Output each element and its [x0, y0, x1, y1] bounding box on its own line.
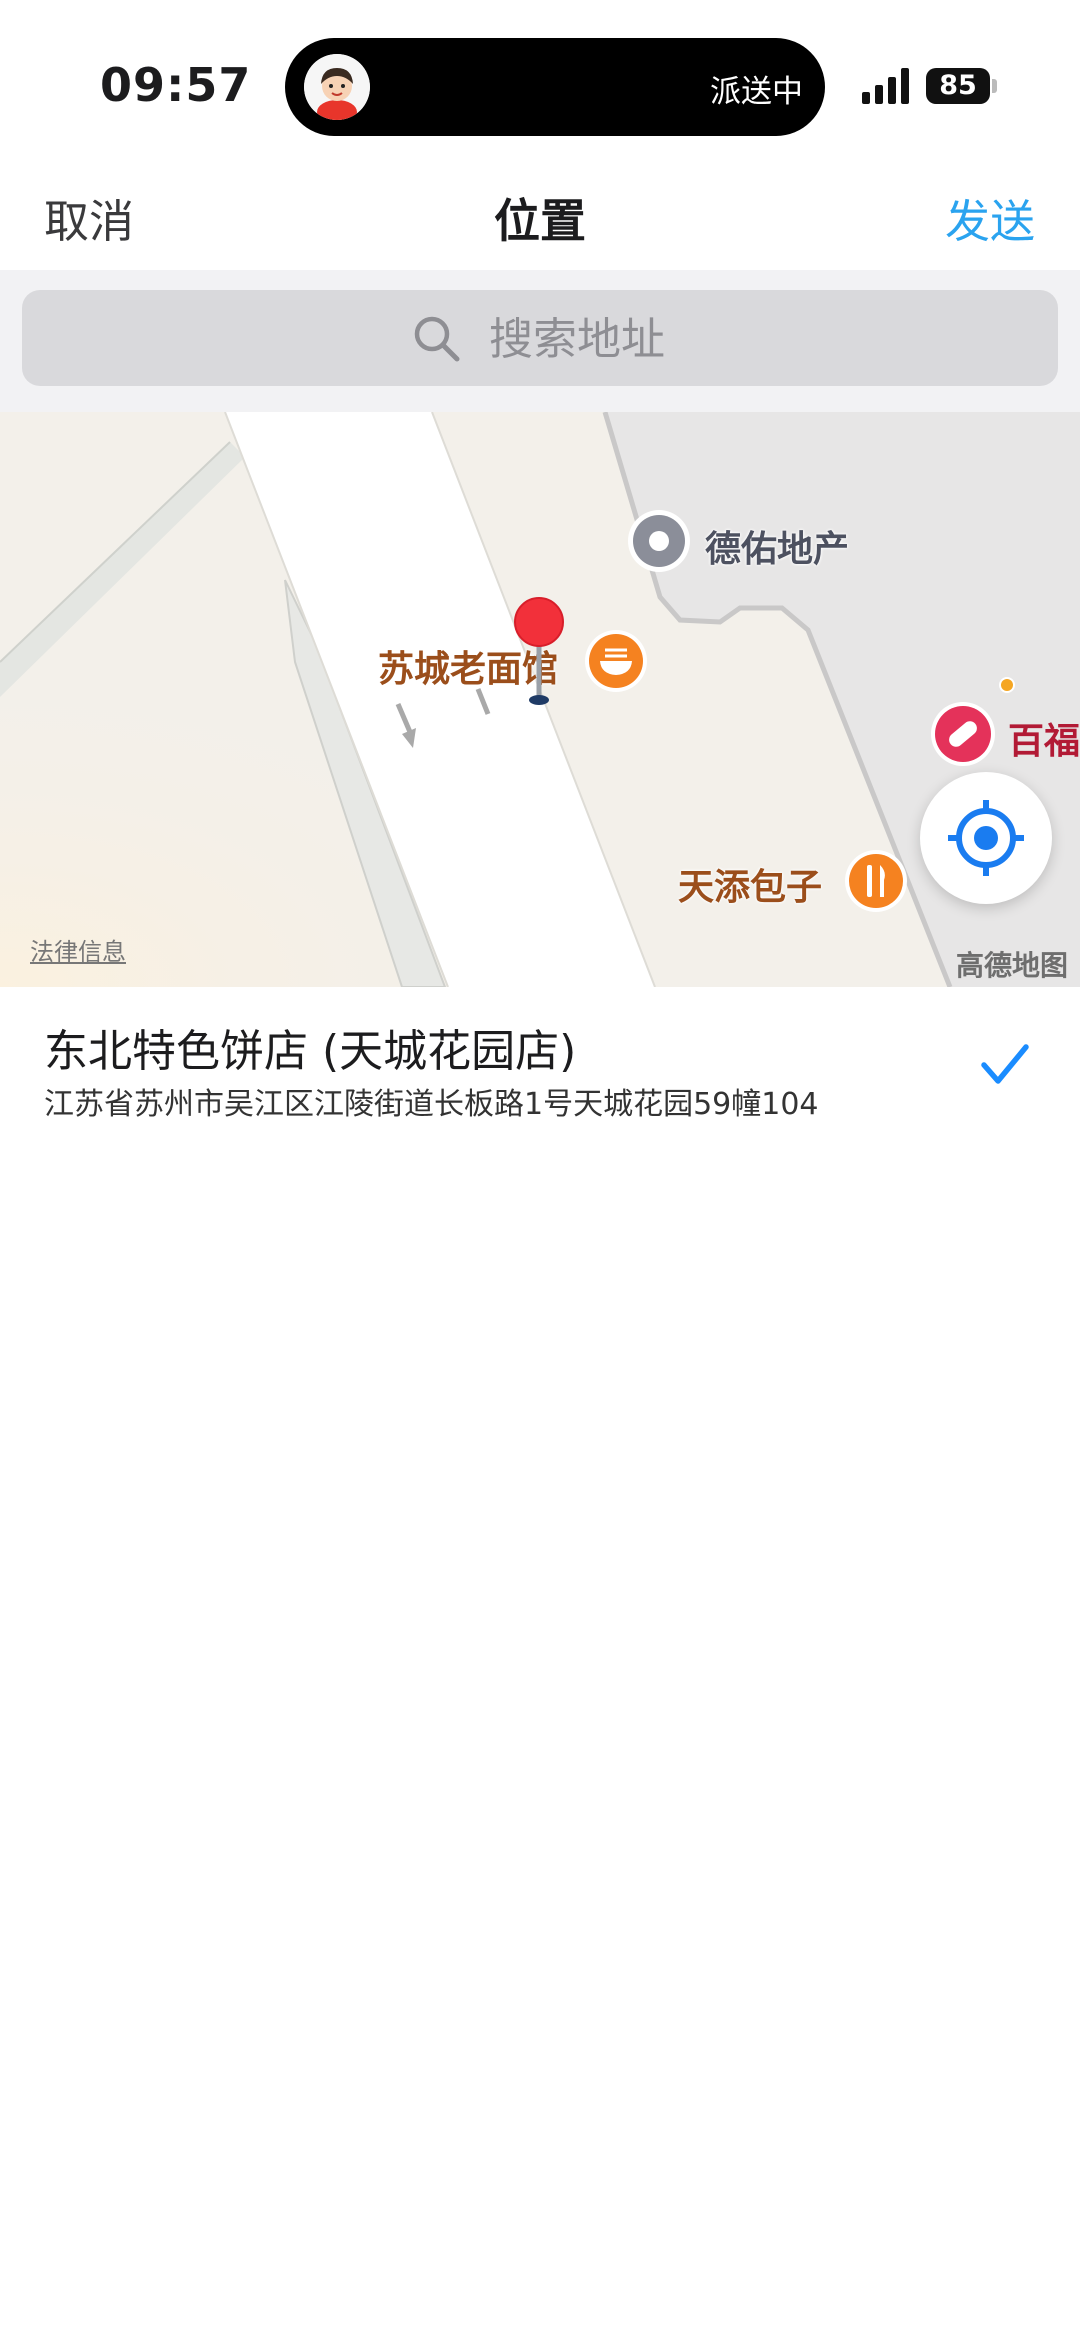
noodle-bowl-icon[interactable]: [583, 628, 649, 694]
poi-label[interactable]: 百福: [1008, 712, 1080, 764]
crosshair-icon: [948, 800, 1024, 876]
poi-label[interactable]: 德佑地产: [705, 520, 849, 572]
legal-info-link[interactable]: 法律信息: [30, 932, 126, 967]
search-input[interactable]: [487, 308, 891, 370]
page-title: 位置: [494, 194, 586, 248]
dynamic-island[interactable]: 派送中: [285, 38, 825, 136]
search-box[interactable]: [22, 290, 1058, 386]
result-address: 江苏省苏州市吴江区江陵街道长板路1号天城花园59幢104: [44, 1087, 819, 1122]
search-icon: [414, 316, 460, 362]
status-bar: 09:57 派送中 85: [0, 0, 1080, 165]
map-pin-icon: [514, 597, 564, 705]
search-area: [0, 270, 1080, 412]
my-location-button[interactable]: [920, 772, 1052, 904]
battery-tip: [992, 79, 997, 93]
result-title: 东北特色饼店 (天城花园店): [44, 1026, 577, 1077]
cellular-signal-icon: [862, 68, 909, 104]
status-time: 09:57: [100, 58, 252, 112]
map-provider-logo: 高德地图: [955, 949, 1068, 982]
delivery-status-label: 派送中: [710, 74, 803, 110]
send-button[interactable]: 发送: [945, 185, 1035, 250]
courier-avatar-icon: [304, 54, 370, 120]
orange-dot: [999, 677, 1015, 693]
location-result-row[interactable]: 东北特色饼店 (天城花园店) 江苏省苏州市吴江区江陵街道长板路1号天城花园59幢…: [0, 987, 1080, 1137]
nav-bar: 取消 位置 发送: [0, 165, 1080, 270]
battery-icon: 85: [926, 68, 990, 104]
checkmark-icon: [981, 1044, 1029, 1084]
location-dot-icon[interactable]: [626, 508, 692, 574]
poi-label[interactable]: 天添包子: [678, 858, 822, 910]
fork-knife-icon[interactable]: [843, 848, 909, 914]
pharmacy-pill-icon[interactable]: [929, 700, 997, 768]
map-view[interactable]: 德佑地产 苏城老面馆 百福 天添包子 法律信息 高德地图: [0, 412, 1080, 987]
